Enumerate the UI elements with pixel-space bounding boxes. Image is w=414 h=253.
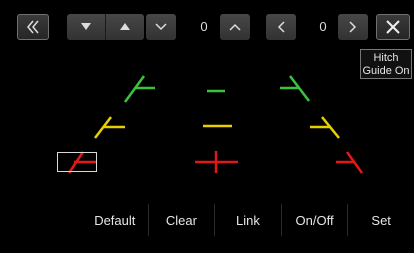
clear-button[interactable]: Clear — [147, 204, 215, 236]
guide-red-row[interactable] — [67, 151, 364, 174]
set-button[interactable]: Set — [347, 204, 414, 236]
selected-guide-marker[interactable] — [57, 152, 97, 172]
bottom-action-bar: Default Clear Link On/Off Set — [82, 204, 414, 236]
guide-green-row[interactable] — [123, 75, 310, 103]
default-button[interactable]: Default — [82, 204, 148, 236]
link-button[interactable]: Link — [214, 204, 281, 236]
guide-yellow-row[interactable] — [94, 116, 340, 139]
onoff-button[interactable]: On/Off — [280, 204, 348, 236]
